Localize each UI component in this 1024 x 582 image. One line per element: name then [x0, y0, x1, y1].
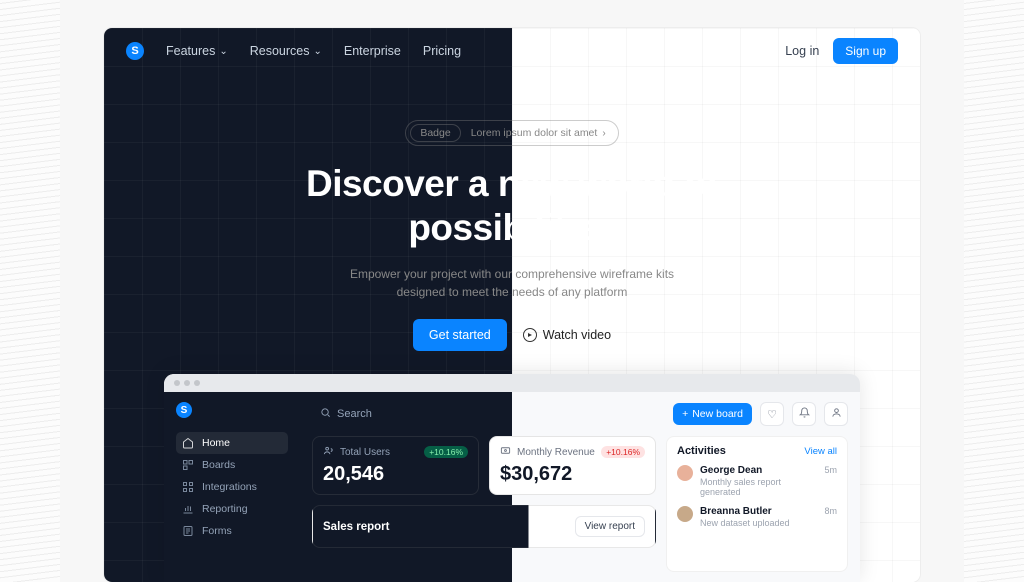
stat-value: 20,546 — [323, 463, 468, 486]
report-title: Sales report — [323, 521, 389, 533]
window-dot — [184, 380, 190, 386]
activity-name: George Dean — [700, 465, 817, 476]
activities-title: Activities — [677, 445, 726, 457]
signup-button[interactable]: Sign up — [833, 38, 898, 64]
bell-icon — [799, 407, 810, 421]
watch-video-label: Watch video — [543, 328, 611, 342]
sidebar-label: Boards — [202, 459, 235, 471]
avatar — [677, 465, 693, 481]
search-input[interactable]: Search — [312, 402, 532, 426]
activity-time: 8m — [824, 506, 837, 516]
stat-change-badge: +10.16% — [424, 446, 468, 458]
stat-value: $30,672 — [500, 463, 645, 486]
sidebar-logo[interactable]: S — [176, 402, 192, 418]
view-all-link[interactable]: View all — [804, 446, 837, 457]
sidebar-item-forms[interactable]: Forms — [176, 520, 288, 542]
watch-video-button[interactable]: Watch video — [523, 328, 611, 342]
top-nav: S Features ⌄ Resources ⌄ Enterprise Pric… — [104, 28, 920, 74]
search-placeholder: Search — [337, 408, 372, 420]
stat-card-users: Total Users +10.16% 20,546 — [312, 436, 479, 495]
page-frame: S Features ⌄ Resources ⌄ Enterprise Pric… — [104, 28, 920, 582]
activity-item: Breanna Butler New dataset uploaded 8m — [677, 506, 837, 528]
get-started-button[interactable]: Get started — [413, 319, 507, 351]
sidebar-label: Home — [202, 437, 230, 449]
activity-item: George Dean Monthly sales report generat… — [677, 465, 837, 497]
search-icon — [320, 407, 331, 421]
favorite-button[interactable]: ♡ — [760, 402, 784, 426]
sidebar-item-home[interactable]: Home — [176, 432, 288, 454]
nav-pricing-label: Pricing — [423, 44, 461, 58]
sidebar-item-reporting[interactable]: Reporting — [176, 498, 288, 520]
nav-enterprise[interactable]: Enterprise — [344, 44, 401, 58]
plus-icon: + — [682, 408, 688, 420]
activity-time: 5m — [824, 465, 837, 475]
app-titlebar — [164, 374, 860, 392]
avatar — [677, 506, 693, 522]
profile-button[interactable] — [824, 402, 848, 426]
nav-features[interactable]: Features ⌄ — [166, 44, 228, 58]
reporting-icon — [182, 503, 194, 515]
boards-icon — [182, 459, 194, 471]
users-icon — [323, 445, 334, 459]
view-report-button[interactable]: View report — [575, 516, 645, 537]
sales-report-card: Sales report View report — [312, 505, 656, 548]
hero-title-line2: possibilities — [408, 207, 615, 248]
activity-desc: New dataset uploaded — [700, 518, 817, 528]
hero-subtitle: Empower your project with our comprehens… — [104, 265, 920, 301]
activities-panel: Activities View all George Dean Monthly … — [666, 436, 848, 572]
sidebar-label: Integrations — [202, 481, 257, 493]
hero-sub-line2: designed to meet the needs of any platfo… — [397, 285, 628, 299]
play-icon — [523, 328, 537, 342]
hero-sub-line1: Empower your project with our comprehens… — [350, 267, 674, 281]
stat-label: Total Users — [340, 447, 390, 458]
chevron-right-icon: › — [602, 128, 605, 139]
activity-name: Breanna Butler — [700, 506, 817, 517]
revenue-icon — [500, 445, 511, 459]
login-link[interactable]: Log in — [785, 44, 819, 58]
sidebar-item-boards[interactable]: Boards — [176, 454, 288, 476]
logo[interactable]: S — [126, 42, 144, 60]
home-icon — [182, 437, 194, 449]
chevron-down-icon: ⌄ — [313, 46, 321, 57]
new-board-label: New board — [692, 408, 743, 420]
new-board-button[interactable]: + New board — [673, 403, 752, 425]
nav-resources[interactable]: Resources ⌄ — [250, 44, 322, 58]
integrations-icon — [182, 481, 194, 493]
hero-title-line1: Discover a new world of — [306, 163, 718, 204]
badge-text: Lorem ipsum dolor sit amet › — [471, 127, 614, 139]
app-preview: S Home Boards Integrations — [164, 374, 860, 582]
hero-title: Discover a new world of possibilities — [104, 162, 920, 251]
sidebar-label: Reporting — [202, 503, 248, 515]
decorative-stripes-right — [964, 0, 1024, 582]
activity-desc: Monthly sales report generated — [700, 477, 817, 497]
forms-icon — [182, 525, 194, 537]
sidebar-label: Forms — [202, 525, 232, 537]
sidebar: S Home Boards Integrations — [164, 392, 300, 582]
sidebar-item-integrations[interactable]: Integrations — [176, 476, 288, 498]
decorative-stripes-left — [0, 0, 60, 582]
hero: Badge Lorem ipsum dolor sit amet › Disco… — [104, 120, 920, 351]
badge-text-label: Lorem ipsum dolor sit amet — [471, 127, 598, 139]
nav-enterprise-label: Enterprise — [344, 44, 401, 58]
toolbar: Search + New board ♡ — [312, 402, 848, 426]
hero-badge[interactable]: Badge Lorem ipsum dolor sit amet › — [405, 120, 618, 146]
stat-card-revenue: Monthly Revenue +10.16% $30,672 — [489, 436, 656, 495]
heart-icon: ♡ — [767, 408, 777, 421]
stat-change-badge: +10.16% — [601, 446, 645, 458]
window-dot — [174, 380, 180, 386]
nav-pricing[interactable]: Pricing — [423, 44, 461, 58]
chevron-down-icon: ⌄ — [219, 46, 227, 57]
stat-label: Monthly Revenue — [517, 447, 595, 458]
nav-resources-label: Resources — [250, 44, 310, 58]
user-icon — [831, 407, 842, 421]
notifications-button[interactable] — [792, 402, 816, 426]
badge-pill: Badge — [410, 124, 460, 142]
main-pane: Search + New board ♡ — [300, 392, 860, 582]
window-dot — [194, 380, 200, 386]
nav-features-label: Features — [166, 44, 215, 58]
